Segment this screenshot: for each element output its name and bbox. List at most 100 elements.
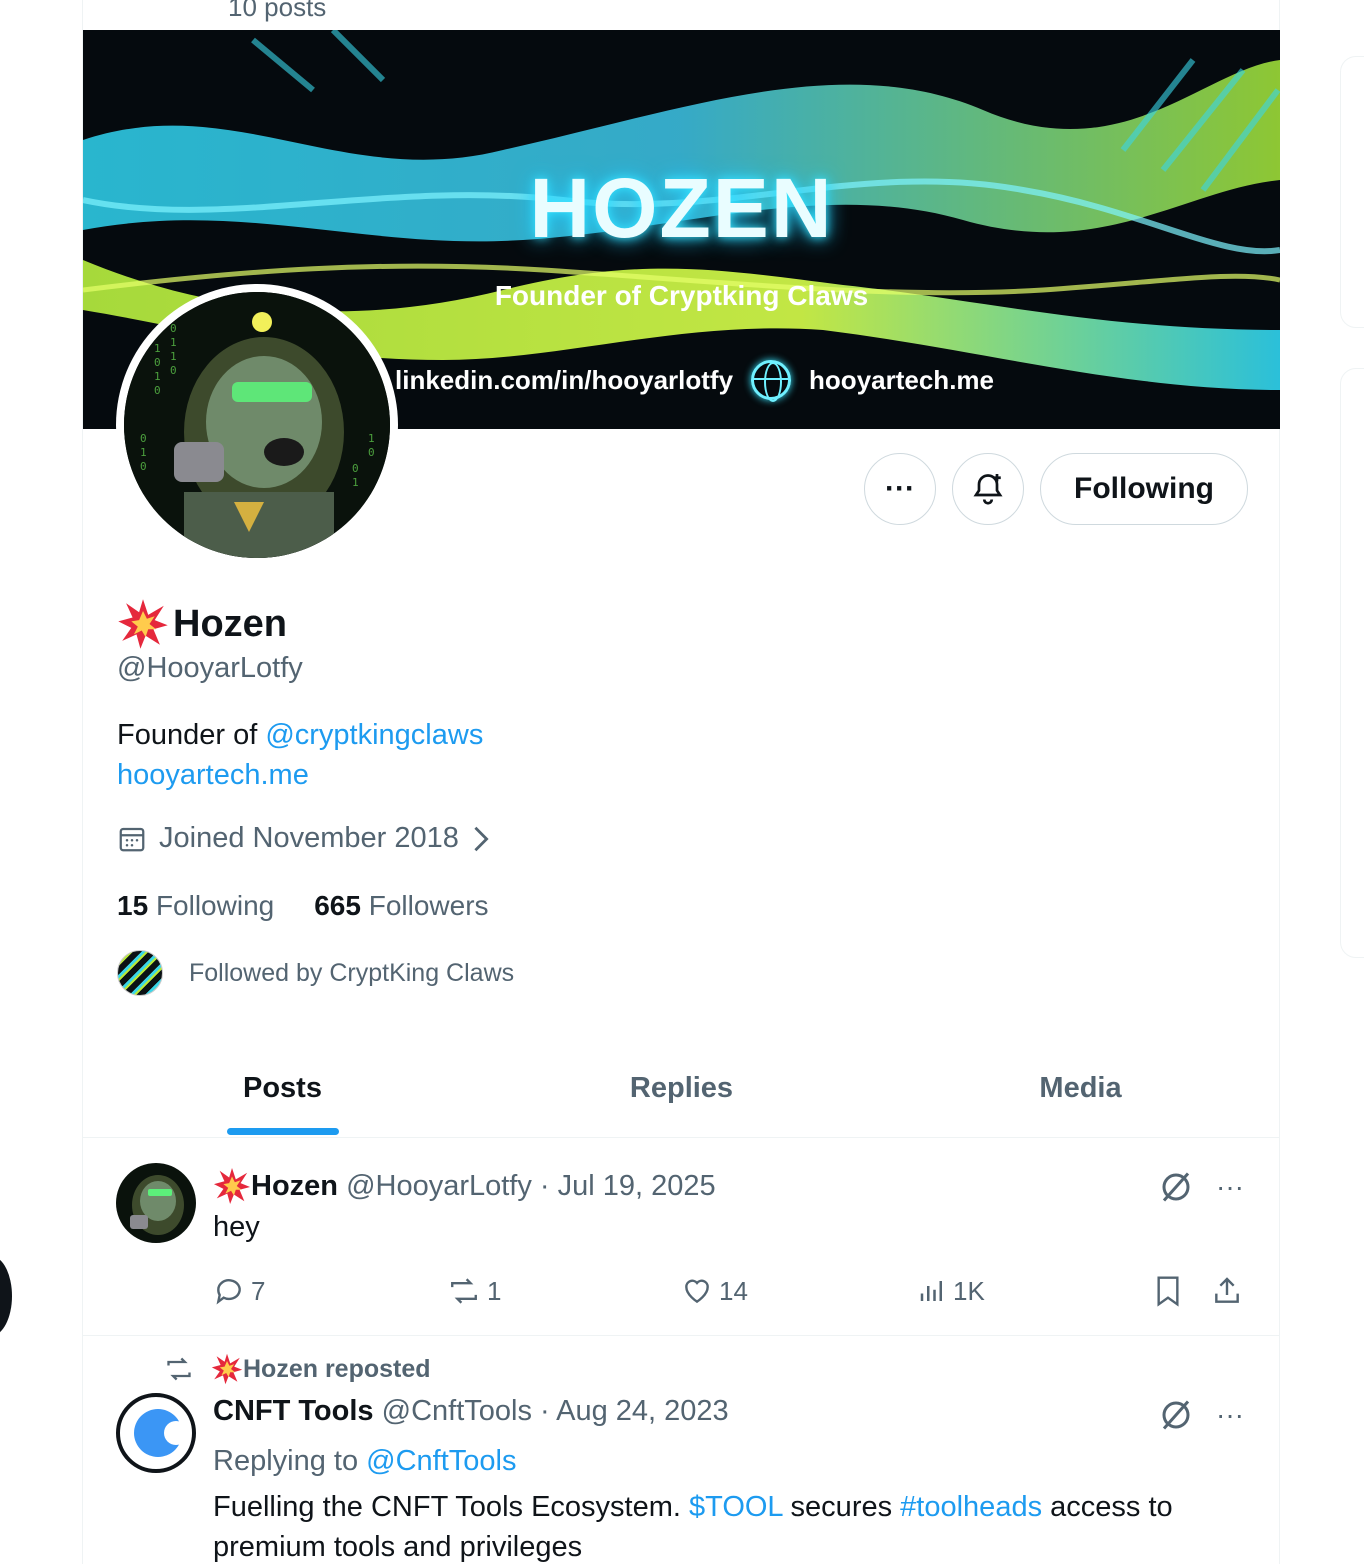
followed-by[interactable]: Followed by CryptKing Claws <box>117 950 514 996</box>
post-author-handle[interactable]: @CnftTools <box>382 1395 532 1428</box>
svg-text:0: 0 <box>154 356 161 369</box>
views-button[interactable]: 1K <box>917 1276 1153 1307</box>
views-icon <box>920 1281 942 1301</box>
replying-to-link[interactable]: @CnftTools <box>366 1445 516 1477</box>
repost-icon <box>451 1278 477 1304</box>
share-icon[interactable] <box>1211 1275 1243 1307</box>
profile-tabs: Posts Replies Media <box>83 1040 1280 1138</box>
post-item[interactable]: Hozen reposted CNFT Tools @CnftTools · A… <box>83 1337 1280 1564</box>
banner-website-text: hooyartech.me <box>809 364 994 395</box>
profile-bio: Founder of @cryptkingclaws hooyartech.me <box>117 715 483 795</box>
repost-by-text: Hozen reposted <box>243 1354 431 1383</box>
lion-avatar-art: 1010 0110 010 0110 <box>124 292 390 558</box>
followers-stat[interactable]: 665 Followers <box>314 890 488 922</box>
reply-button[interactable]: 7 <box>213 1275 447 1307</box>
hashtag-link[interactable]: #toolheads <box>900 1491 1042 1523</box>
post-more-button[interactable]: ··· <box>1216 1171 1244 1203</box>
followers-count: 665 <box>314 890 361 921</box>
like-count: 14 <box>719 1275 748 1306</box>
profile-column: 10 posts HOZEN Founder of Cryptking Claw… <box>82 0 1280 1564</box>
post-count: 10 posts <box>228 0 327 22</box>
post-author-name-text: Hozen <box>251 1169 338 1202</box>
svg-text:1: 1 <box>154 370 161 383</box>
post-author-avatar[interactable] <box>116 1393 196 1473</box>
chevron-right-icon <box>474 826 489 851</box>
banner-links: linkedin.com/in/hooyarlotfy hooyartech.m… <box>395 360 994 402</box>
following-stat[interactable]: 15 Following <box>117 890 274 922</box>
grok-icon[interactable] <box>1158 1169 1194 1205</box>
bio-text: Founder of <box>117 719 266 751</box>
svg-text:0: 0 <box>154 384 161 397</box>
profile-avatar[interactable]: 1010 0110 010 0110 <box>116 284 398 566</box>
display-name-text: Hozen <box>173 602 287 645</box>
notifications-button[interactable] <box>952 453 1024 525</box>
more-options-button[interactable]: ··· <box>864 453 936 525</box>
sidebar-card <box>1340 368 1364 958</box>
banner-title: HOZEN <box>529 161 834 255</box>
svg-text:0: 0 <box>170 322 177 335</box>
post-author-avatar[interactable] <box>116 1163 196 1243</box>
explosion-emoji-icon <box>211 1353 243 1385</box>
reply-icon <box>216 1279 241 1305</box>
cashtag-link[interactable]: $TOOL <box>689 1491 783 1523</box>
lion-avatar-art <box>130 1175 184 1235</box>
avatar-image: 1010 0110 010 0110 <box>124 292 390 558</box>
repost-button[interactable]: 1 <box>447 1275 681 1307</box>
view-count: 1K <box>953 1275 985 1306</box>
svg-text:1: 1 <box>154 342 161 355</box>
joined-date[interactable]: Joined November 2018 <box>117 822 491 855</box>
post-author-handle[interactable]: @HooyarLotfy <box>346 1170 532 1203</box>
sidebar-card <box>1340 56 1364 328</box>
banner-linkedin-text: linkedin.com/in/hooyarlotfy <box>395 364 734 395</box>
post-top-actions: ··· <box>1158 1169 1244 1205</box>
svg-text:0: 0 <box>352 462 359 475</box>
tab-posts[interactable]: Posts <box>83 1040 482 1137</box>
svg-text:0: 0 <box>170 364 177 377</box>
grok-icon[interactable] <box>1158 1397 1194 1433</box>
joined-text: Joined November 2018 <box>159 822 459 854</box>
post-text-part2: secures <box>782 1491 901 1523</box>
post-text-part1: Fuelling the CNFT Tools Ecosystem. <box>213 1491 689 1523</box>
floating-button[interactable] <box>0 1256 12 1336</box>
like-icon <box>685 1279 709 1304</box>
repost-by[interactable]: Hozen reposted <box>211 1353 431 1385</box>
followers-label: Followers <box>368 890 489 921</box>
display-name: Hozen <box>117 598 287 650</box>
ellipsis-icon: ··· <box>885 472 915 505</box>
post-header: Hozen @HooyarLotfy · Jul 19, 2025 <box>213 1167 716 1205</box>
replying-to-prefix: Replying to <box>213 1445 367 1477</box>
follower-avatar <box>117 950 163 996</box>
post-top-actions: ··· <box>1158 1397 1244 1433</box>
following-count: 15 <box>117 890 149 921</box>
tab-replies[interactable]: Replies <box>482 1040 881 1137</box>
bookmark-icon[interactable] <box>1153 1275 1183 1307</box>
followed-by-text: Followed by CryptKing Claws <box>189 958 515 987</box>
repost-count: 1 <box>487 1275 502 1306</box>
post-item[interactable]: Hozen @HooyarLotfy · Jul 19, 2025 ··· he… <box>83 1139 1280 1336</box>
svg-text:0: 0 <box>140 460 147 473</box>
follow-stats: 15 Following 665 Followers <box>117 890 489 922</box>
globe-icon <box>751 360 792 402</box>
repost-icon <box>167 1357 191 1381</box>
bio-mention-link[interactable]: @cryptkingclaws <box>265 719 483 751</box>
cnft-tools-logo <box>134 1409 188 1457</box>
website-link[interactable]: hooyartech.me <box>117 759 309 791</box>
like-button[interactable]: 14 <box>681 1275 917 1307</box>
post-date[interactable]: · Aug 24, 2023 <box>540 1395 729 1428</box>
tab-media[interactable]: Media <box>881 1040 1280 1137</box>
post-end-actions <box>1153 1275 1243 1307</box>
post-actions: 7 1 14 1K <box>213 1275 1253 1307</box>
post-author-name[interactable]: Hozen <box>213 1167 338 1205</box>
reply-count: 7 <box>251 1275 266 1306</box>
post-author-name[interactable]: CNFT Tools <box>213 1395 374 1428</box>
post-more-button[interactable]: ··· <box>1216 1399 1244 1431</box>
repost-indicator: Hozen reposted <box>163 1353 431 1385</box>
following-button[interactable]: Following <box>1040 453 1248 525</box>
post-date[interactable]: · Jul 19, 2025 <box>540 1170 716 1203</box>
following-label: Following <box>155 890 275 921</box>
svg-text:1: 1 <box>368 432 375 445</box>
svg-text:1: 1 <box>352 476 359 489</box>
svg-text:0: 0 <box>368 446 375 459</box>
explosion-emoji-icon <box>118 599 168 649</box>
svg-text:1: 1 <box>170 350 177 363</box>
